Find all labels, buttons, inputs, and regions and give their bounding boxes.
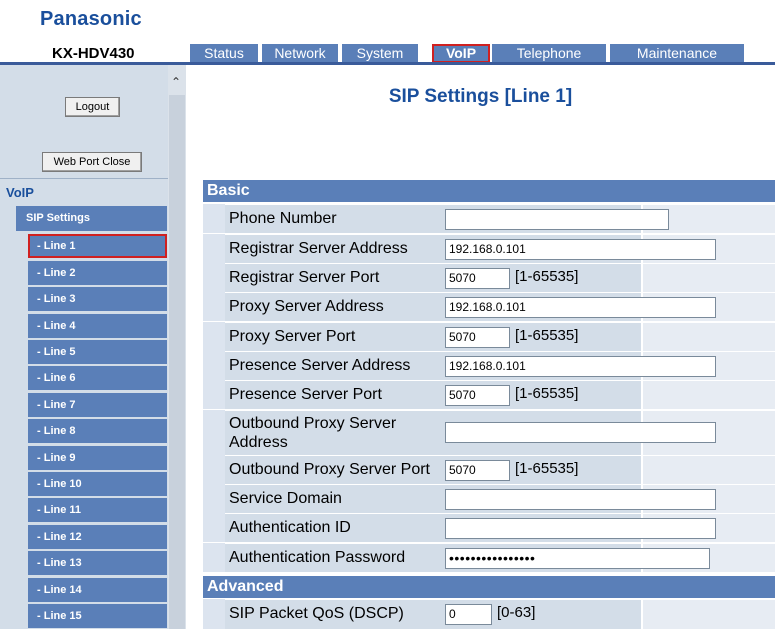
sidebar-item-line-7[interactable]: - Line 7 [28,393,167,417]
logout-button[interactable]: Logout [65,97,120,117]
outbound-port-range: [1-65535] [515,460,579,477]
auth-password-input[interactable]: •••••••••••••••• [445,548,710,569]
proxy-port-input[interactable]: 5070 [445,327,510,348]
scroll-up-arrow-icon[interactable]: ⌃ [171,75,181,89]
sidebar-section-voip[interactable]: VoIP [6,185,34,200]
proxy-port-range: [1-65535] [515,327,579,344]
registrar-port-input[interactable]: 5070 [445,268,510,289]
phone-number-input[interactable] [445,209,669,230]
service-domain-input[interactable] [445,489,716,510]
presence-address-input[interactable]: 192.168.0.101 [445,356,716,377]
sidebar-item-line-1[interactable]: - Line 1 [28,234,167,258]
sidebar-item-line-10[interactable]: - Line 10 [28,472,167,496]
label-sip-qos: SIP Packet QoS (DSCP) [225,599,641,629]
sip-qos-input[interactable]: 0 [445,604,492,625]
sidebar-item-line-12[interactable]: - Line 12 [28,525,167,549]
tab-network[interactable]: Network [262,44,338,63]
tab-status[interactable]: Status [190,44,258,63]
sidebar-item-line-15[interactable]: - Line 15 [28,604,167,628]
label-presence-port: Presence Server Port [225,380,641,409]
sidebar-item-line-9[interactable]: - Line 9 [28,446,167,470]
sidebar-item-line-5[interactable]: - Line 5 [28,340,167,364]
sidebar-divider [0,178,168,179]
presence-port-range: [1-65535] [515,385,579,402]
sidebar-item-line-4[interactable]: - Line 4 [28,314,167,338]
label-outbound-port: Outbound Proxy Server Port [225,455,641,484]
presence-port-input[interactable]: 5070 [445,385,510,406]
registrar-address-input[interactable]: 192.168.0.101 [445,239,716,260]
registrar-port-range: [1-65535] [515,268,579,285]
label-proxy-port: Proxy Server Port [225,322,641,351]
sidebar-item-line-3[interactable]: - Line 3 [28,287,167,311]
page: Panasonic KX-HDV430 Status Network Syste… [0,0,775,629]
page-title: SIP Settings [Line 1] [388,86,573,107]
web-port-close-button[interactable]: Web Port Close [42,152,142,172]
outbound-port-input[interactable]: 5070 [445,460,510,481]
tab-system[interactable]: System [342,44,418,63]
tab-voip[interactable]: VoIP [432,44,490,63]
proxy-address-input[interactable]: 192.168.0.101 [445,297,716,318]
sidebar-item-line-8[interactable]: - Line 8 [28,419,167,443]
section-basic-header: Basic [203,180,775,202]
sidebar-scrollbar[interactable]: ⌃ [168,65,186,629]
device-model: KX-HDV430 [52,45,135,62]
sidebar-item-sip-settings[interactable]: SIP Settings [16,206,167,231]
sidebar-item-line-14[interactable]: - Line 14 [28,578,167,602]
scrollbar-thumb[interactable] [169,95,185,629]
sidebar-item-line-6[interactable]: - Line 6 [28,366,167,390]
sidebar-item-line-2[interactable]: - Line 2 [28,261,167,285]
tab-telephone[interactable]: Telephone [492,44,606,63]
tab-maintenance[interactable]: Maintenance [610,44,744,63]
section-advanced-header: Advanced [203,576,775,598]
outbound-address-input[interactable] [445,422,716,443]
sidebar-item-line-13[interactable]: - Line 13 [28,551,167,575]
auth-id-input[interactable] [445,518,716,539]
sip-qos-range: [0-63] [497,604,536,621]
brand-logo: Panasonic [40,8,142,30]
sidebar-item-line-11[interactable]: - Line 11 [28,498,167,522]
label-registrar-port: Registrar Server Port [225,263,641,292]
